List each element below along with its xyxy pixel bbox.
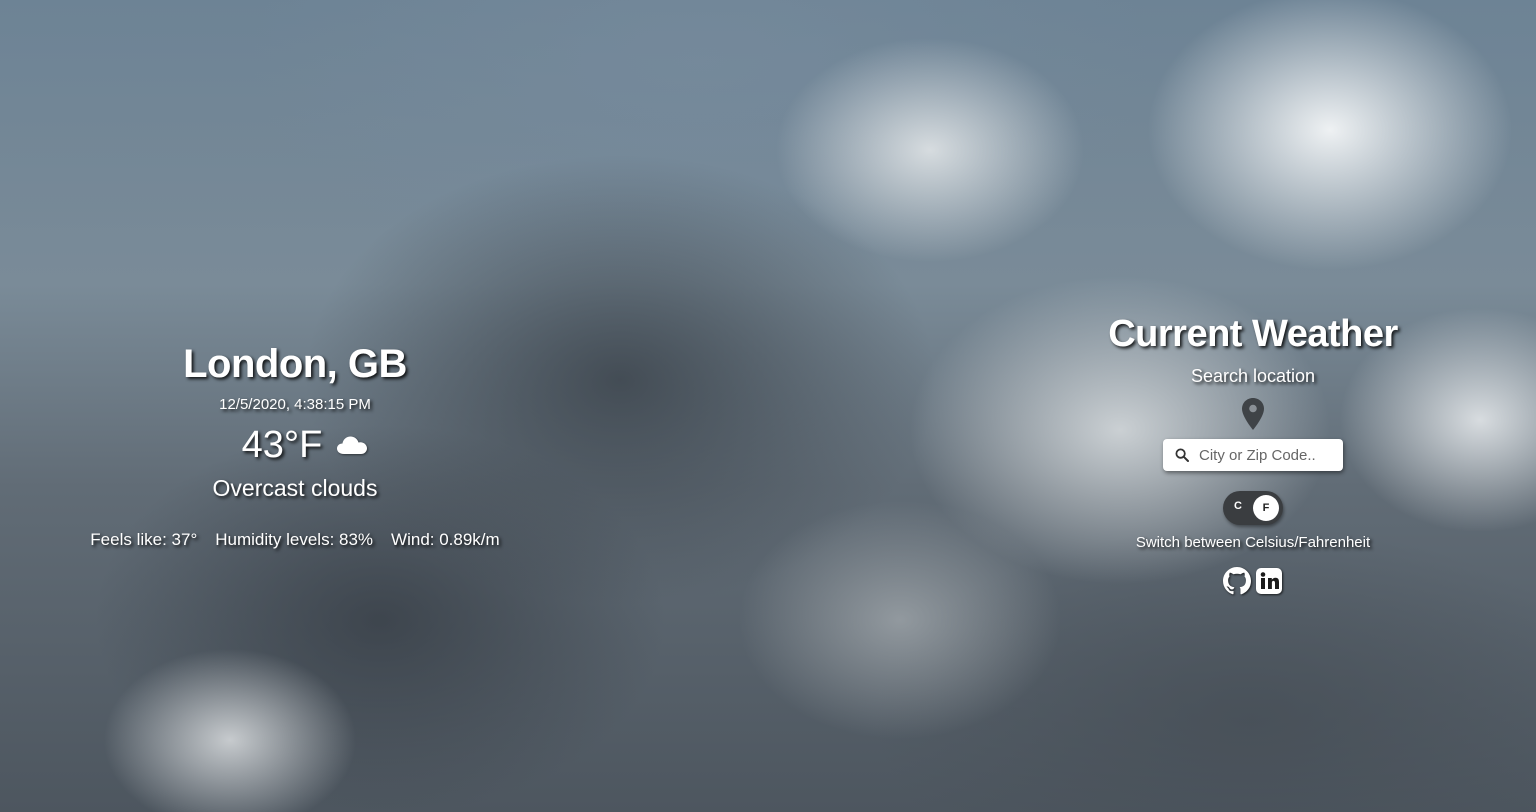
unit-switch-label: Switch between Celsius/Fahrenheit: [1135, 534, 1371, 551]
celsius-label: C: [1234, 500, 1242, 512]
linkedin-icon[interactable]: [1255, 567, 1283, 595]
social-links: [1093, 567, 1413, 595]
search-location-label: Search location: [1190, 366, 1316, 386]
feels-like: Feels like: 37°: [90, 530, 198, 549]
fahrenheit-knob: F: [1253, 495, 1279, 521]
cloud-icon: [336, 434, 368, 456]
local-datetime: 12/5/2020, 4:38:15 PM: [219, 396, 371, 413]
search-input[interactable]: [1197, 445, 1337, 465]
search-icon: [1175, 448, 1189, 462]
weather-details: Feels like: 37° Humidity levels: 83% Win…: [60, 529, 530, 551]
city-name: London, GB: [183, 342, 407, 386]
current-weather-panel: London, GB 12/5/2020, 4:38:15 PM 43°F Ov…: [60, 335, 530, 551]
temperature-row: 43°F: [60, 423, 530, 467]
temperature: 43°F: [241, 424, 323, 466]
search-panel: Current Weather Search location C F Swit…: [1093, 310, 1413, 595]
github-icon[interactable]: [1223, 567, 1251, 595]
search-box: [1163, 439, 1343, 471]
wind-speed: Wind: 0.89k/m: [391, 530, 500, 549]
unit-toggle[interactable]: C F: [1223, 491, 1283, 525]
weather-description: Overcast clouds: [212, 475, 378, 501]
map-pin-icon[interactable]: [1241, 397, 1265, 431]
app-title: Current Weather: [1108, 313, 1398, 355]
humidity: Humidity levels: 83%: [215, 530, 374, 549]
